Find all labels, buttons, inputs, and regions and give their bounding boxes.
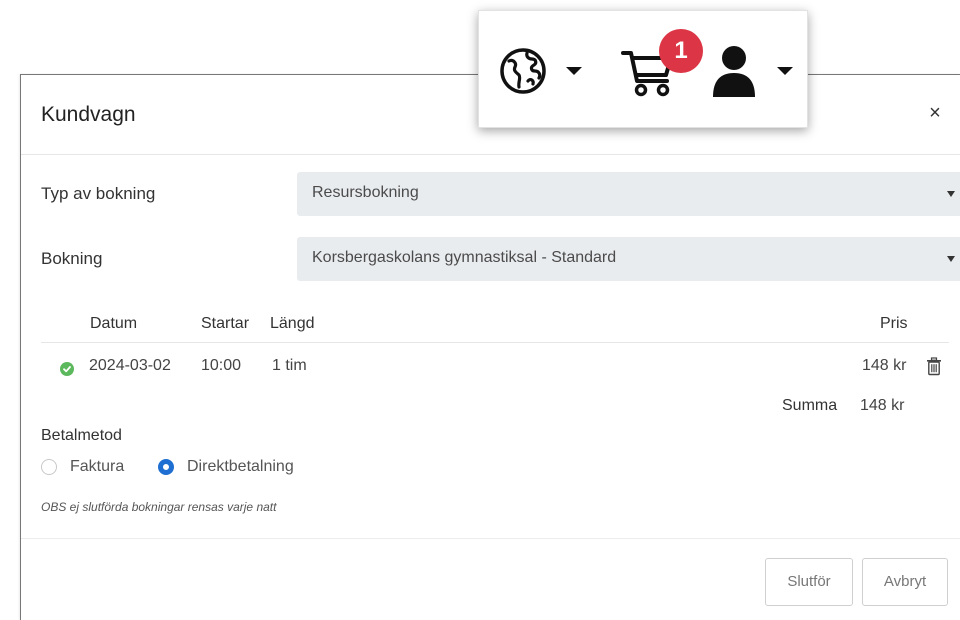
navbar-popout: 1	[478, 10, 808, 128]
cart-count-badge: 1	[659, 29, 703, 73]
column-header-date: Datum	[90, 315, 138, 332]
user-icon[interactable]	[711, 45, 757, 102]
chevron-down-icon	[947, 191, 955, 197]
row-price: 148 kr	[862, 357, 907, 374]
payment-method-label: Betalmetod	[41, 427, 122, 444]
radio-direct-payment-label[interactable]: Direktbetalning	[187, 458, 294, 476]
trash-icon[interactable]	[926, 357, 942, 381]
cleanup-note: OBS ej slutförda bokningar rensas varje …	[41, 500, 277, 514]
booking-type-value: Resursbokning	[312, 184, 419, 201]
radio-invoice-label[interactable]: Faktura	[70, 458, 124, 476]
modal-title: Kundvagn	[41, 103, 136, 126]
cancel-button[interactable]: Avbryt	[862, 558, 948, 606]
check-circle-icon	[60, 362, 74, 376]
row-length: 1 tim	[272, 357, 307, 374]
booking-type-row: Typ av bokning Resursbokning	[41, 172, 960, 216]
cart-modal: Kundvagn × Typ av bokning Resursbokning …	[20, 74, 960, 620]
booking-label: Bokning	[41, 249, 103, 268]
finish-button[interactable]: Slutför	[765, 558, 853, 606]
footer-divider	[21, 538, 960, 539]
close-button[interactable]: ×	[924, 102, 946, 124]
row-start: 10:00	[201, 357, 242, 374]
sum-label: Summa	[782, 397, 838, 414]
user-chevron-down-icon[interactable]	[777, 67, 793, 75]
globe-chevron-down-icon[interactable]	[566, 67, 582, 75]
column-header-length: Längd	[270, 315, 315, 332]
table-divider	[41, 342, 949, 343]
row-date: 2024-03-02	[89, 357, 171, 374]
column-header-price: Pris	[880, 315, 908, 332]
chevron-down-icon	[947, 256, 955, 262]
booking-type-select[interactable]: Resursbokning	[297, 172, 960, 216]
booking-row: Bokning Korsbergaskolans gymnastiksal - …	[41, 237, 960, 281]
radio-direct-payment[interactable]	[158, 459, 174, 475]
booking-type-label: Typ av bokning	[41, 184, 156, 203]
globe-icon[interactable]	[499, 47, 547, 100]
booking-value: Korsbergaskolans gymnastiksal - Standard	[312, 249, 617, 266]
booking-select[interactable]: Korsbergaskolans gymnastiksal - Standard	[297, 237, 960, 281]
radio-invoice[interactable]	[41, 459, 57, 475]
column-header-start: Startar	[201, 315, 250, 332]
sum-value: 148 kr	[860, 397, 905, 414]
